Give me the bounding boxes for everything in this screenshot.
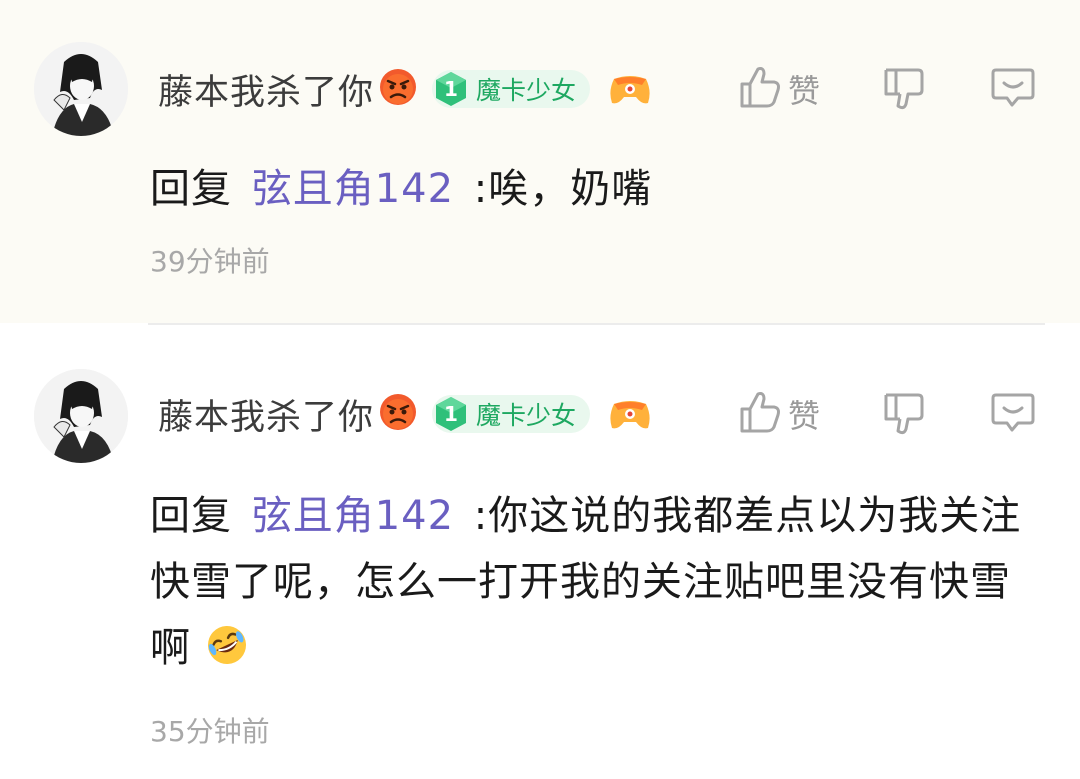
reply-bubble-icon: [990, 389, 1036, 439]
dislike-button[interactable]: [882, 391, 926, 441]
like-button[interactable]: 赞: [738, 64, 820, 114]
reply-target-link[interactable]: 弦且角142: [252, 166, 454, 212]
rofl-emoji: [205, 621, 249, 687]
reply-button[interactable]: [990, 389, 1036, 439]
comment-item: 藤本我杀了你 1 魔卡少女: [0, 325, 1080, 779]
game-controller-icon: [608, 396, 652, 432]
reply-target-link[interactable]: 弦且角142: [252, 493, 454, 539]
comment-item: 藤本我杀了你 1 魔卡少女: [0, 0, 1080, 323]
comment-text: :唉，奶嘴: [473, 166, 653, 212]
avatar[interactable]: [34, 369, 128, 463]
comment-header: 藤本我杀了你 1 魔卡少女: [158, 64, 652, 114]
dislike-button[interactable]: [882, 66, 926, 116]
comment-header: 藤本我杀了你 1 魔卡少女: [158, 389, 652, 439]
comment-body[interactable]: 回复 弦且角142 :你这说的我都差点以为我关注快雪了呢，怎么一打开我的关注贴吧…: [150, 483, 1040, 687]
thumbs-down-icon: [882, 66, 926, 116]
thumbs-up-icon: [738, 389, 782, 439]
like-button[interactable]: 赞: [738, 389, 820, 439]
reply-prefix: 回复: [150, 166, 232, 212]
like-label: 赞: [788, 72, 821, 110]
thumbs-down-icon: [882, 391, 926, 441]
reply-bubble-icon: [990, 64, 1036, 114]
thumbs-up-icon: [738, 64, 782, 114]
angry-face-emoji: [378, 392, 418, 436]
reply-prefix: 回复: [150, 493, 232, 539]
level-gem-icon: 1: [432, 395, 470, 433]
username[interactable]: 藤本我杀了你: [158, 64, 374, 115]
game-controller-icon: [608, 71, 652, 107]
reply-button[interactable]: [990, 64, 1036, 114]
level-badge[interactable]: 1 魔卡少女: [432, 395, 591, 433]
level-title: 魔卡少女: [476, 401, 577, 430]
username[interactable]: 藤本我杀了你: [158, 389, 374, 440]
timestamp: 39分钟前: [150, 245, 270, 278]
timestamp: 35分钟前: [150, 715, 270, 748]
comment-body[interactable]: 回复 弦且角142 :唉，奶嘴: [150, 156, 1040, 222]
level-gem-icon: 1: [432, 70, 470, 108]
like-label: 赞: [788, 397, 821, 435]
avatar[interactable]: [34, 42, 128, 136]
level-badge[interactable]: 1 魔卡少女: [432, 70, 591, 108]
level-title: 魔卡少女: [476, 76, 577, 105]
angry-face-emoji: [378, 67, 418, 111]
